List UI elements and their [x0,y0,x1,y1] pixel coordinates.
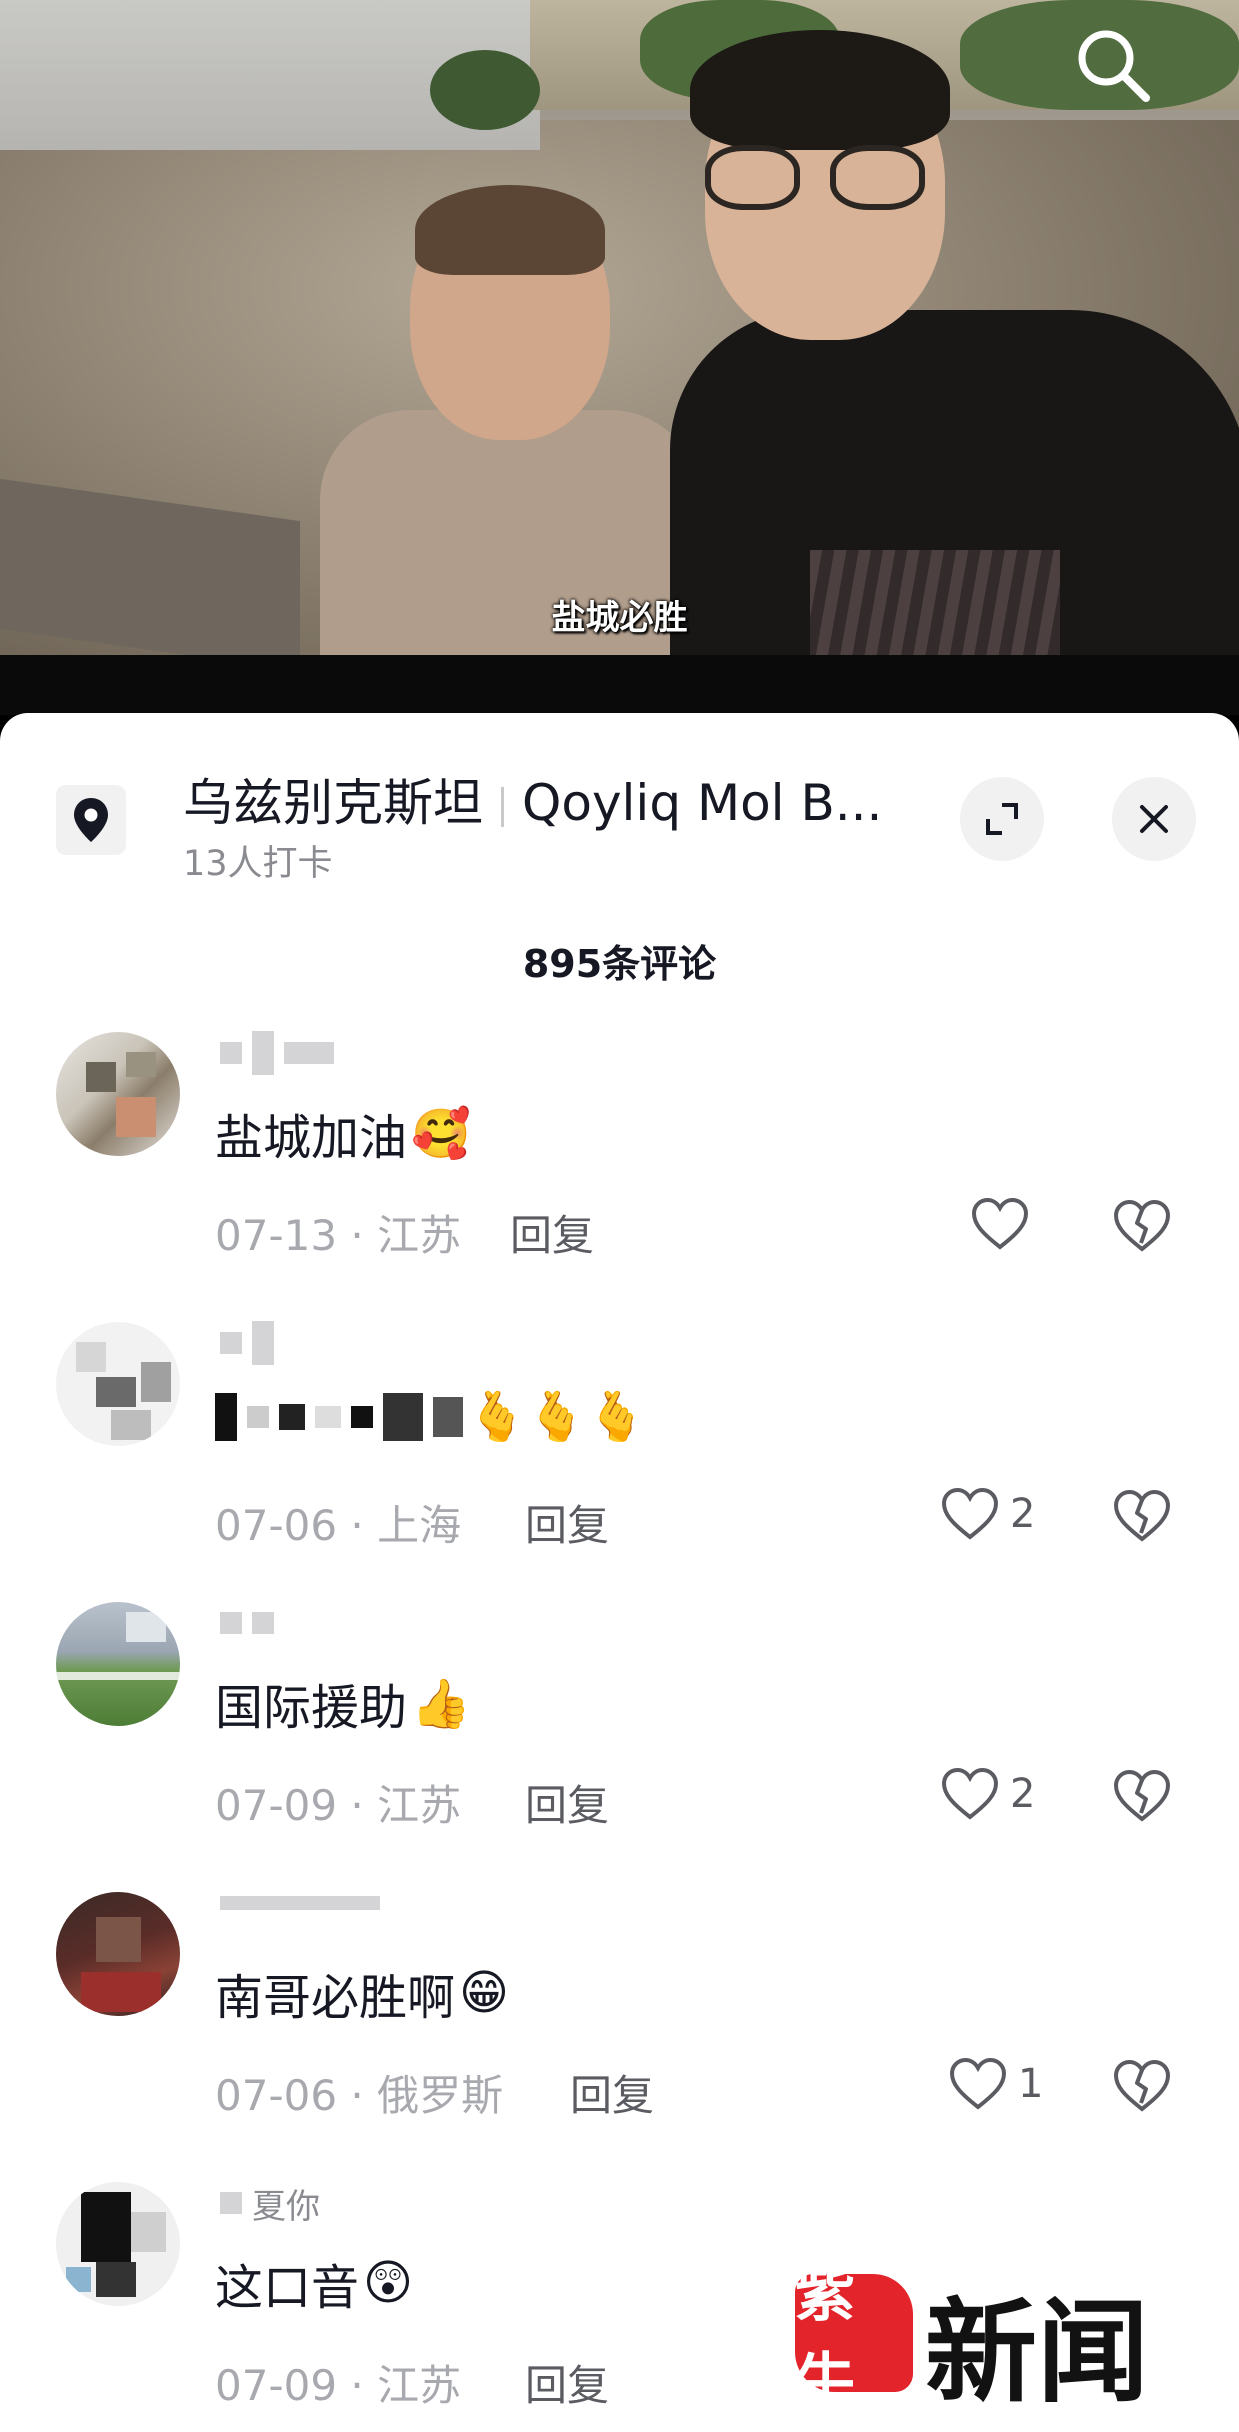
comment-date-region: 07-09 · 江苏 [215,2361,462,2410]
avatar[interactable] [56,1032,180,1156]
comment-username[interactable] [220,1894,390,1932]
reply-button[interactable]: 回复 [510,1202,594,1263]
watermark-badge: 紫牛 [795,2260,913,2417]
location-name: 乌兹别克斯坦 [183,774,483,832]
emoji: 😲 [363,2255,414,2311]
comment-text: 南哥必胜啊 😁 [215,1965,510,2026]
reply-button[interactable]: 回复 [525,2352,609,2413]
comment-username[interactable] [220,1031,344,1075]
comment-sheet: 乌兹别克斯坦 Qoyliq Mol B... 13人打卡 895条评论 盐城加油… [0,713,1239,2432]
location-title[interactable]: 乌兹别克斯坦 Qoyliq Mol B... [183,763,882,835]
comment-item: 🫰🫰🫰 07-06 · 上海 回复 2 [0,1321,1239,1612]
watermark-logo: 紫牛 新闻 [795,2260,1195,2418]
close-icon [1140,805,1168,833]
location-checkins: 13人打卡 [183,844,333,884]
comment-username[interactable]: 夏你 [220,2184,320,2227]
location-separator [501,786,504,827]
comment-text: 这口音 😲 [215,2255,414,2316]
broken-heart-icon[interactable] [1110,1762,1174,1826]
broken-heart-icon[interactable] [1110,2052,1174,2116]
emoji: 🫰🫰🫰 [467,1389,647,1445]
heart-icon [949,2057,1007,2110]
like-button[interactable]: 2 [940,1482,1035,1546]
comment-text: 🫰🫰🫰 [215,1388,646,1445]
avatar[interactable] [56,1602,180,1726]
like-button[interactable]: 2 [940,1762,1035,1826]
avatar[interactable] [56,2182,180,2306]
broken-heart-icon[interactable] [1110,1482,1174,1546]
video-subtitle: 盐城必胜 [551,598,688,638]
like-button[interactable] [970,1192,1040,1256]
emoji: 🥰 [411,1105,471,1162]
like-count: 2 [1010,1771,1036,1817]
video-bottom-band [0,655,1239,715]
reply-button[interactable]: 回复 [525,1772,609,1833]
reply-button[interactable]: 回复 [525,1492,609,1553]
comment-date-region: 07-13 · 江苏 [215,1211,462,1260]
comment-item: 南哥必胜啊 😁 07-06 · 俄罗斯 回复 1 [0,1892,1239,2182]
expand-button[interactable] [960,777,1044,861]
location-pin-icon [74,798,108,842]
comment-username[interactable] [220,1321,284,1365]
close-button[interactable] [1112,777,1196,861]
like-count: 2 [1010,1491,1036,1537]
reply-button[interactable]: 回复 [570,2062,654,2123]
comment-count: 895条评论 [522,942,717,986]
broken-heart-icon[interactable] [1110,1192,1174,1256]
comment-text: 国际援助 👍 [215,1675,471,1737]
comment-date-region: 07-09 · 江苏 [215,1781,462,1830]
comment-username[interactable] [220,1604,284,1642]
emoji: 😁 [459,1965,510,2021]
like-count: 1 [1018,2061,1044,2107]
expand-icon [986,803,1018,835]
avatar[interactable] [56,1892,180,2016]
comment-date-region: 07-06 · 俄罗斯 [215,2071,504,2120]
redacted-text [215,1392,463,1441]
like-button[interactable]: 1 [948,2052,1043,2116]
comment-item: 国际援助 👍 07-09 · 江苏 回复 2 [0,1602,1239,1892]
heart-icon [941,1767,999,1820]
emoji: 👍 [411,1675,471,1732]
comment-text: 盐城加油 🥰 [215,1105,471,1167]
location-bar[interactable]: 乌兹别克斯坦 Qoyliq Mol B... 13人打卡 [0,713,1239,913]
search-icon [1078,30,1150,102]
video-player[interactable]: 盐城必胜 [0,0,1239,715]
search-button[interactable] [1070,22,1154,106]
location-pin-button[interactable] [56,785,126,855]
location-place: Qoyliq Mol B... [522,774,883,832]
heart-icon [941,1487,999,1540]
comment-date-region: 07-06 · 上海 [215,1501,462,1550]
watermark-text: 新闻 [925,2287,1149,2418]
video-tree [430,50,540,130]
heart-icon [971,1197,1029,1250]
avatar[interactable] [56,1322,180,1446]
comment-item: 盐城加油 🥰 07-13 · 江苏 回复 [0,1031,1239,1322]
